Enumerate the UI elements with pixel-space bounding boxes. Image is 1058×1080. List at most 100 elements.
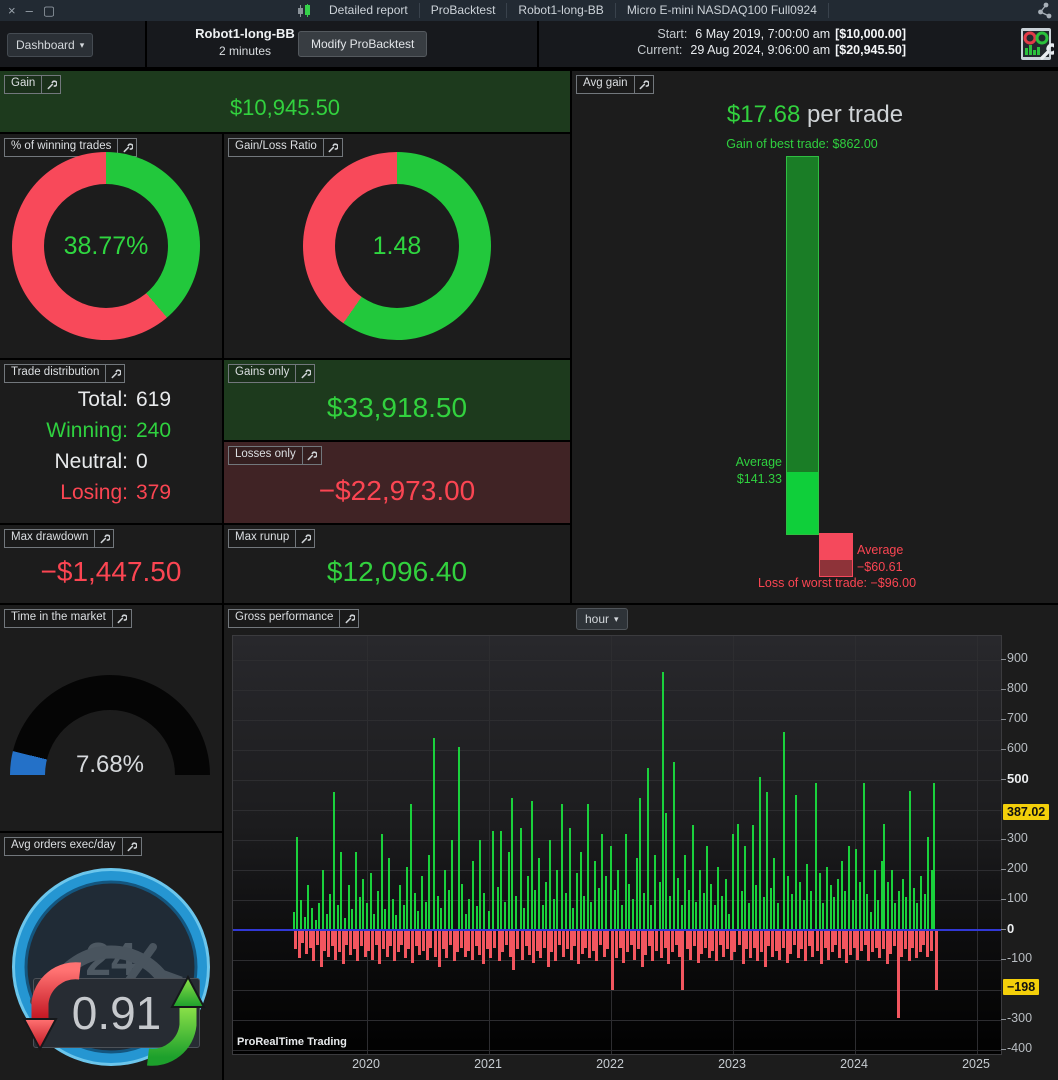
avg-gain-suffix: per trade <box>800 101 904 128</box>
gain-bar <box>318 903 321 930</box>
loss-bar <box>771 931 775 957</box>
minimize-window-icon[interactable]: – <box>26 3 33 18</box>
gain-bar <box>691 825 694 930</box>
loss-bar <box>889 931 893 954</box>
wrench-icon[interactable] <box>121 838 141 855</box>
gain-bar <box>384 909 387 930</box>
gain-bar <box>751 825 754 930</box>
y-axis-label: 0 <box>1007 921 1015 936</box>
gain-bar <box>511 798 514 930</box>
candlestick-icon <box>296 3 312 18</box>
loss-bar <box>655 931 659 951</box>
wrench-icon[interactable] <box>111 610 131 627</box>
gross-performance-plot[interactable] <box>232 635 1002 1055</box>
y-axis-tick <box>1001 659 1006 660</box>
wrench-icon[interactable] <box>633 76 653 93</box>
loss-bar <box>660 931 664 958</box>
horizontal-gridline <box>233 660 1001 661</box>
wrench-icon[interactable] <box>94 530 113 547</box>
loss-bar <box>756 931 760 961</box>
y-axis-tick <box>1001 869 1006 870</box>
max-runup-title: Max runup <box>235 531 290 543</box>
share-icon[interactable] <box>1038 2 1058 19</box>
loss-bar <box>644 931 648 955</box>
wrench-icon[interactable] <box>339 610 358 627</box>
loss-bar <box>816 931 820 951</box>
wrench-icon[interactable] <box>41 76 60 93</box>
gain-bar <box>786 876 789 930</box>
modify-probacktest-button[interactable]: Modify ProBacktest <box>298 31 428 57</box>
loss-bar <box>827 931 831 960</box>
avg-gain-win-bar <box>786 156 819 535</box>
gain-bar <box>292 912 295 930</box>
loss-bar <box>337 931 341 952</box>
gain-bar <box>322 870 325 930</box>
loss-bar <box>760 931 764 952</box>
loss-bar <box>863 931 867 945</box>
gain-bar <box>325 913 328 930</box>
gain-bar <box>702 892 705 930</box>
wrench-icon[interactable] <box>295 365 314 382</box>
customize-dashboard-icon[interactable] <box>1018 26 1054 62</box>
loss-bar <box>456 931 460 952</box>
winning-pct-donut: 38.77% <box>12 152 200 340</box>
loss-bar <box>516 931 520 949</box>
wrench-icon[interactable] <box>105 365 124 382</box>
avg-gain-panel: Avg gain $17.68 per trade Gain of best t… <box>572 71 1058 603</box>
distribution-label: Losing: <box>60 481 128 504</box>
wrench-icon[interactable] <box>295 530 314 547</box>
wrench-icon[interactable] <box>301 447 321 464</box>
close-window-icon[interactable]: × <box>8 3 16 18</box>
gain-bar <box>503 901 506 930</box>
horizontal-gridline <box>233 750 1001 751</box>
gains-only-title-chip: Gains only <box>228 364 316 383</box>
loss-bar <box>463 931 467 957</box>
loss-bar <box>703 931 707 948</box>
gain-bar <box>668 895 671 930</box>
loss-bar <box>363 931 367 957</box>
gain-bar <box>527 876 530 930</box>
gain-bar <box>806 864 809 930</box>
loss-bar <box>849 931 853 955</box>
loss-bar <box>528 931 532 955</box>
average-win-word: Average <box>735 455 782 469</box>
loss-bar <box>651 931 655 961</box>
window-title-tab: Micro E-mini NASDAQ100 Full0924 <box>616 3 829 18</box>
interval-dropdown[interactable]: hour ▾ <box>576 608 628 630</box>
dashboard-dropdown-button[interactable]: Dashboard ▾ <box>7 33 94 57</box>
loss-bar <box>524 931 528 946</box>
wrench-icon[interactable] <box>322 139 342 156</box>
y-axis-label: -400 <box>1007 1041 1033 1055</box>
gain-bar <box>810 891 813 930</box>
gain-bar <box>631 898 634 930</box>
trade-distribution-row: Total: 619 <box>0 388 200 412</box>
average-loss-value: −$60.61 <box>857 560 903 574</box>
window-title-tab: Detailed report <box>318 3 420 18</box>
vertical-gridline <box>977 636 978 1054</box>
gain-bar <box>833 897 836 930</box>
gain-bar <box>387 858 390 930</box>
gain-bar <box>451 840 454 930</box>
gain-bar <box>583 895 586 930</box>
loss-bar <box>819 931 823 964</box>
maximize-window-icon[interactable]: ▢ <box>43 3 55 19</box>
best-trade-label: Gain of best trade: $862.00 <box>726 137 878 151</box>
loss-bar <box>411 931 415 963</box>
average-loss-label: Average −$60.61 <box>857 542 1007 576</box>
loss-bar <box>711 931 715 951</box>
loss-bar <box>441 931 445 949</box>
loss-bar <box>562 931 566 957</box>
y-axis-tick <box>1001 1049 1006 1050</box>
loss-bar <box>418 931 422 955</box>
loss-bar <box>680 931 684 990</box>
loss-bar <box>489 931 493 958</box>
loss-bar <box>900 931 904 957</box>
trade-distribution-row: Winning: 240 <box>0 419 200 443</box>
vertical-gridline <box>367 636 368 1054</box>
gain-bar <box>464 913 467 930</box>
vertical-gridline <box>489 636 490 1054</box>
loss-bar <box>803 931 807 961</box>
loss-bar <box>707 931 711 958</box>
average-win-label: Average $141.33 <box>632 454 782 488</box>
gain-bar <box>483 892 486 930</box>
